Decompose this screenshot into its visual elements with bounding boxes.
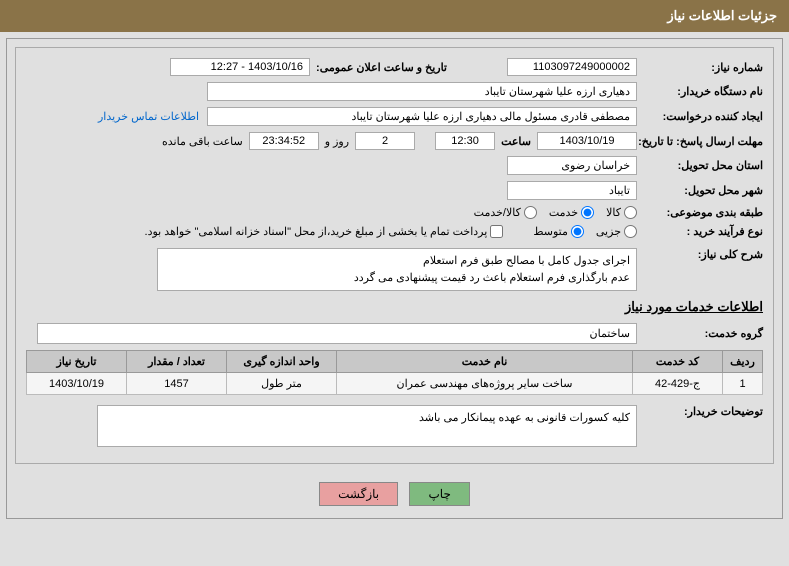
print-button[interactable]: چاپ (409, 482, 469, 506)
need-no-label: شماره نیاز: (643, 61, 763, 74)
buyer-note-label: توضیحات خریدار: (643, 405, 763, 418)
days-remaining: 2 (355, 132, 415, 150)
button-row: چاپ بازگشت (15, 472, 774, 510)
subject-class-label: طبقه بندی موضوعی: (643, 206, 763, 219)
radio-motavaset[interactable]: متوسط (533, 225, 584, 238)
proc-type-radio-group: جزیی متوسط (533, 225, 637, 238)
deadline-date: 1403/10/19 (537, 132, 637, 150)
page-title: جزئیات اطلاعات نیاز (667, 8, 777, 23)
th-unit: واحد اندازه گیری (227, 351, 337, 373)
details-panel: شماره نیاز: 1103097249000002 تاریخ و ساع… (15, 47, 774, 464)
radio-khedmat[interactable]: خدمت (549, 206, 594, 219)
summary-label: شرح کلی نیاز: (643, 248, 763, 261)
buyer-org-label: نام دستگاه خریدار: (643, 85, 763, 98)
services-section-title: اطلاعات خدمات مورد نیاز (26, 299, 763, 315)
announce-value: 1403/10/16 - 12:27 (170, 58, 310, 76)
buyer-org-value: دهیاری ارزه علیا شهرستان تایباد (207, 82, 637, 101)
deadline-label: مهلت ارسال پاسخ: تا تاریخ: (643, 135, 763, 148)
page-title-bar: جزئیات اطلاعات نیاز (0, 0, 789, 32)
subject-radio-group: کالا خدمت کالا/خدمت (474, 206, 637, 219)
countdown-suffix: ساعت باقی مانده (162, 135, 243, 148)
table-row: 1 ج-429-42 ساخت سایر پروژه‌های مهندسی عم… (27, 373, 763, 395)
days-suffix: روز و (325, 135, 349, 148)
deadline-time: 12:30 (435, 132, 495, 150)
th-date: تاریخ نیاز (27, 351, 127, 373)
requester-value: مصطفی قادری مسئول مالی دهیاری ارزه علیا … (207, 107, 637, 126)
th-qty: تعداد / مقدار (127, 351, 227, 373)
payment-checkbox[interactable]: پرداخت تمام یا بخشی از مبلغ خرید،از محل … (145, 225, 504, 238)
services-table: ردیف کد خدمت نام خدمت واحد اندازه گیری ت… (26, 350, 763, 395)
city-label: شهر محل تحویل: (643, 184, 763, 197)
radio-kala[interactable]: کالا (606, 206, 637, 219)
summary-text: اجرای جدول کامل با مصالح طبق فرم استعلام… (157, 248, 637, 291)
city-value: تایباد (507, 181, 637, 200)
need-no-value: 1103097249000002 (507, 58, 637, 76)
service-group-value: ساختمان (37, 323, 637, 344)
buyer-note-text: کلیه کسورات قانونی به عهده پیمانکار می ب… (97, 405, 637, 447)
main-container: شماره نیاز: 1103097249000002 تاریخ و ساع… (6, 38, 783, 519)
th-code: کد خدمت (633, 351, 723, 373)
radio-kalakhedmat[interactable]: کالا/خدمت (474, 206, 537, 219)
requester-label: ایجاد کننده درخواست: (643, 110, 763, 123)
proc-type-label: نوع فرآیند خرید : (643, 225, 763, 238)
time-label: ساعت (501, 135, 531, 148)
back-button[interactable]: بازگشت (319, 482, 398, 506)
announce-label: تاریخ و ساعت اعلان عمومی: (316, 61, 447, 74)
province-value: خراسان رضوی (507, 156, 637, 175)
th-name: نام خدمت (337, 351, 633, 373)
countdown: 23:34:52 (249, 132, 319, 150)
buyer-contact-link[interactable]: اطلاعات تماس خریدار (98, 110, 199, 123)
radio-jozei[interactable]: جزیی (596, 225, 637, 238)
service-group-label: گروه خدمت: (643, 327, 763, 340)
th-row: ردیف (723, 351, 763, 373)
province-label: استان محل تحویل: (643, 159, 763, 172)
